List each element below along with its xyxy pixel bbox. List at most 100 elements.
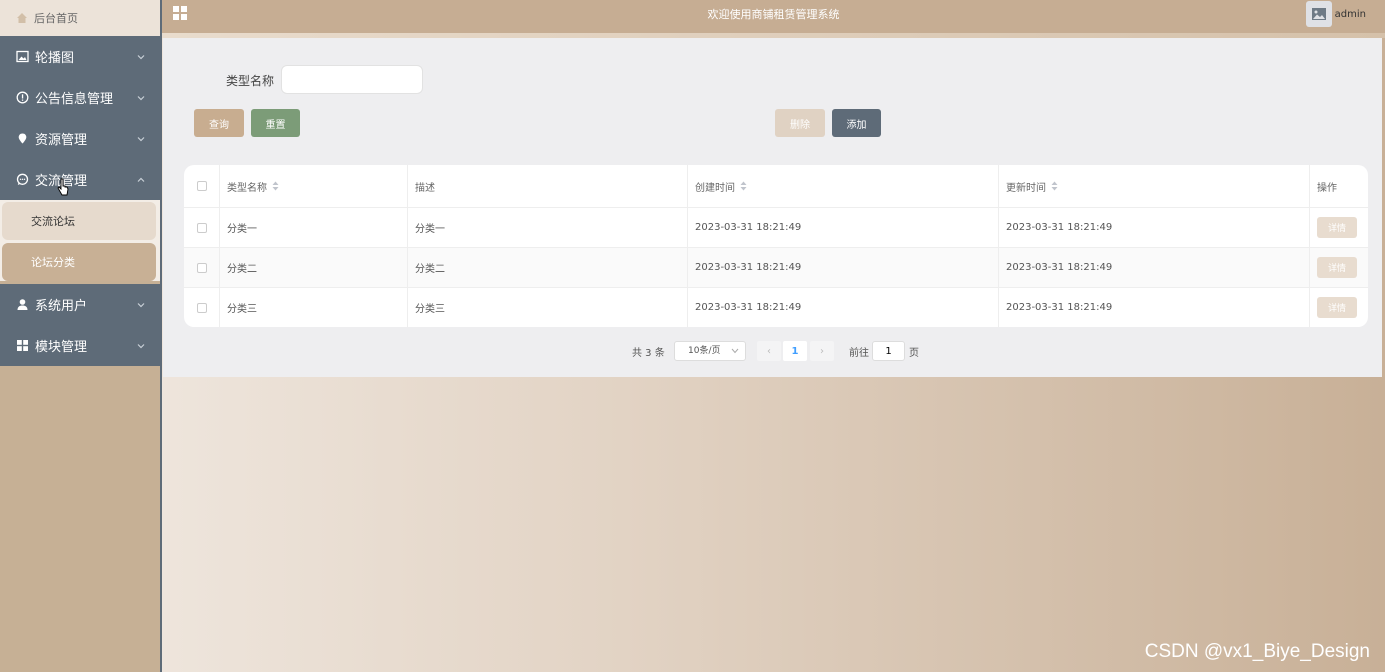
location-pin-icon (16, 132, 29, 145)
sidebar-menu-lower: 系统用户 模块管理 (0, 284, 160, 366)
chevron-down-icon (137, 343, 145, 348)
app-title: 欢迎使用商铺租赁管理系统 (707, 8, 840, 21)
image-icon (16, 50, 29, 63)
table-row: 分类一 分类一 2023-03-31 18:21:49 2023-03-31 1… (184, 208, 1368, 248)
sidebar-item-notice[interactable]: 公告信息管理 (0, 77, 160, 118)
image-placeholder-icon (1312, 8, 1326, 20)
add-button[interactable]: 添加 (832, 109, 881, 137)
page-size-select[interactable]: 10条/页 (674, 341, 746, 361)
chevron-down-icon (137, 54, 145, 59)
chevron-down-icon (137, 302, 145, 307)
pagination: 共 3 条 10条/页 ‹ 1 › 前往 页 (163, 340, 1382, 362)
sidebar-item-module[interactable]: 模块管理 (0, 325, 160, 366)
goto-page-input[interactable] (872, 341, 905, 361)
sidebar-item-system-user[interactable]: 系统用户 (0, 284, 160, 325)
sidebar-subitem-forum[interactable]: 交流论坛 (2, 202, 156, 240)
chevron-down-icon (731, 348, 739, 354)
pagination-total: 共 3 条 (632, 348, 665, 359)
sidebar-home[interactable]: 后台首页 (0, 0, 160, 36)
cell-name: 分类三 (220, 288, 408, 327)
cell-desc: 分类一 (408, 208, 688, 247)
watermark: CSDN @vx1_Biye_Design (1144, 641, 1370, 662)
username[interactable]: admin (1335, 0, 1366, 30)
sidebar-item-resource[interactable]: 资源管理 (0, 118, 160, 159)
sort-icon[interactable] (272, 181, 279, 191)
page-number-current[interactable]: 1 (783, 341, 807, 361)
next-page-button[interactable]: › (810, 341, 834, 361)
sidebar-submenu: 交流论坛 论坛分类 (0, 200, 160, 281)
sidebar-subitem-label: 交流论坛 (31, 215, 75, 228)
table-header-row: 类型名称 描述 创建时间 更新时间 操作 (184, 165, 1368, 208)
sidebar-item-label: 资源管理 (35, 133, 88, 148)
chevron-down-icon (137, 136, 145, 141)
sidebar: 后台首页 轮播图 公告信息管理 资源管理 交流论坛 论坛分类 系统用户 模块管理 (0, 0, 162, 672)
prev-page-button[interactable]: ‹ (757, 341, 781, 361)
select-all-checkbox[interactable] (196, 181, 207, 191)
home-icon (17, 13, 27, 23)
sidebar-item-label: 模块管理 (35, 340, 88, 355)
cell-action: 详情 (1310, 288, 1368, 327)
page-size-value: 10条/页 (688, 346, 721, 356)
cell-created: 2023-03-31 18:21:49 (688, 208, 999, 247)
detail-button[interactable]: 详情 (1317, 217, 1357, 238)
cell-desc: 分类二 (408, 248, 688, 287)
sort-icon[interactable] (740, 181, 747, 191)
row-checkbox[interactable] (196, 262, 207, 273)
reset-button[interactable]: 重置 (251, 109, 300, 137)
data-table: 类型名称 描述 创建时间 更新时间 操作 分类一 分类一 2023-03-31 … (184, 165, 1368, 327)
column-header-created[interactable]: 创建时间 (688, 165, 999, 207)
user-icon (16, 298, 29, 311)
main-panel: 类型名称 查询 重置 删除 添加 类型名称 描述 创建时间 更新时间 操作 分类… (163, 38, 1382, 377)
table-row: 分类三 分类三 2023-03-31 18:21:49 2023-03-31 1… (184, 288, 1368, 327)
column-header-name[interactable]: 类型名称 (220, 165, 408, 207)
row-checkbox-cell (184, 288, 220, 327)
mouse-cursor-icon (57, 178, 69, 196)
table-row: 分类二 分类二 2023-03-31 18:21:49 2023-03-31 1… (184, 248, 1368, 288)
chevron-up-icon (137, 177, 145, 182)
row-checkbox-cell (184, 208, 220, 247)
column-header-label: 更新时间 (1006, 182, 1046, 194)
goto-label: 前往 (849, 348, 869, 359)
sidebar-item-label: 公告信息管理 (35, 92, 114, 107)
sidebar-item-label: 系统用户 (35, 299, 88, 314)
cell-created: 2023-03-31 18:21:49 (688, 288, 999, 327)
search-label: 类型名称 (226, 74, 275, 88)
cell-updated: 2023-03-31 18:21:49 (999, 288, 1310, 327)
delete-button[interactable]: 删除 (775, 109, 825, 137)
cell-action: 详情 (1310, 208, 1368, 247)
sort-icon[interactable] (1051, 181, 1058, 191)
cell-name: 分类二 (220, 248, 408, 287)
grid-icon (16, 339, 29, 352)
query-button[interactable]: 查询 (194, 109, 244, 137)
row-checkbox[interactable] (196, 302, 207, 313)
column-header-desc: 描述 (408, 165, 688, 207)
avatar[interactable] (1306, 1, 1332, 27)
column-header-label: 类型名称 (227, 182, 267, 194)
column-header-updated[interactable]: 更新时间 (999, 165, 1310, 207)
cell-created: 2023-03-31 18:21:49 (688, 248, 999, 287)
detail-button[interactable]: 详情 (1317, 297, 1357, 318)
column-header-label: 创建时间 (695, 182, 735, 194)
column-header-action: 操作 (1310, 165, 1368, 207)
column-header-label: 操作 (1317, 182, 1337, 194)
sidebar-home-label: 后台首页 (34, 12, 78, 25)
detail-button[interactable]: 详情 (1317, 257, 1357, 278)
sidebar-item-carousel[interactable]: 轮播图 (0, 36, 160, 77)
chat-bubble-icon (16, 173, 29, 186)
chevron-down-icon (137, 95, 145, 100)
sidebar-subitem-label: 论坛分类 (31, 256, 75, 269)
column-header-label: 描述 (415, 182, 435, 194)
page-suffix: 页 (909, 348, 919, 359)
sidebar-subitem-forum-category[interactable]: 论坛分类 (2, 243, 156, 281)
info-circle-icon (16, 91, 29, 104)
cell-desc: 分类三 (408, 288, 688, 327)
row-checkbox[interactable] (196, 222, 207, 233)
sidebar-item-label: 交流管理 (35, 170, 136, 189)
sidebar-item-communication[interactable]: 交流管理 (0, 159, 160, 200)
sidebar-item-label: 轮播图 (35, 51, 75, 66)
row-checkbox-cell (184, 248, 220, 287)
header-checkbox-cell (184, 165, 220, 207)
cell-updated: 2023-03-31 18:21:49 (999, 248, 1310, 287)
cell-updated: 2023-03-31 18:21:49 (999, 208, 1310, 247)
type-name-input[interactable] (281, 65, 423, 94)
